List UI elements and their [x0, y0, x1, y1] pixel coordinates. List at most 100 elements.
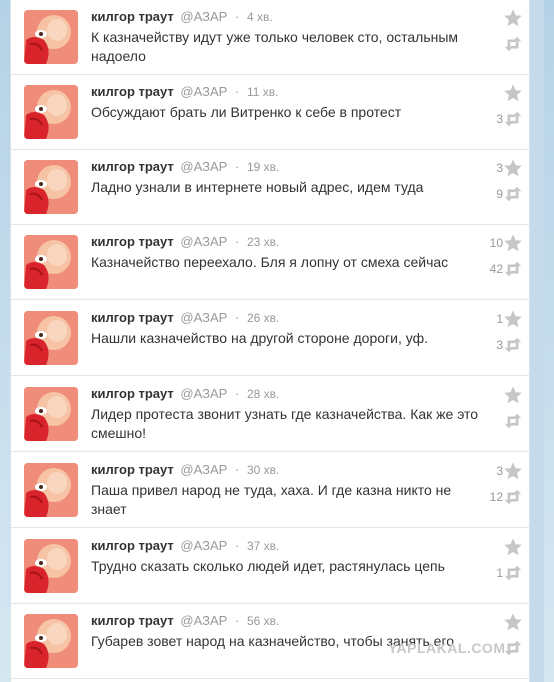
- retweet-action[interactable]: 3: [483, 109, 529, 129]
- retweet-count: 1: [496, 566, 503, 580]
- favorite-action[interactable]: 1: [483, 309, 529, 329]
- tweet-header: килгор траут @АЗАР · 37 хв.: [91, 538, 279, 553]
- retweet-action[interactable]: 12: [483, 487, 529, 507]
- author-handle[interactable]: @АЗАР: [180, 462, 227, 477]
- favorite-action[interactable]: 3: [483, 461, 529, 481]
- favorite-action[interactable]: [483, 83, 529, 103]
- author-handle[interactable]: @АЗАР: [180, 613, 227, 628]
- author-handle[interactable]: @АЗАР: [180, 234, 227, 249]
- avatar[interactable]: [24, 387, 78, 441]
- tweet-text: К казначейству идут уже только человек с…: [91, 29, 459, 64]
- tweet-header: килгор траут @АЗАР · 11 хв.: [91, 84, 278, 99]
- author-handle[interactable]: @АЗАР: [180, 84, 227, 99]
- retweet-icon[interactable]: [503, 259, 523, 279]
- retweet-action[interactable]: 42: [483, 259, 529, 279]
- avatar[interactable]: [24, 235, 78, 289]
- star-icon[interactable]: [503, 233, 523, 253]
- tweet[interactable]: килгор траут @АЗАР · 19 хв. Ладно узнали…: [11, 150, 529, 225]
- retweet-icon[interactable]: [503, 335, 523, 355]
- star-icon[interactable]: [503, 612, 523, 632]
- timestamp[interactable]: 37 хв.: [247, 539, 279, 553]
- favorite-action[interactable]: [483, 537, 529, 557]
- author-name[interactable]: килгор траут: [91, 386, 174, 401]
- tweet[interactable]: килгор траут @АЗАР · 26 хв. Нашли казнач…: [11, 301, 529, 376]
- retweet-icon[interactable]: [503, 487, 523, 507]
- author-name[interactable]: килгор траут: [91, 234, 174, 249]
- star-icon[interactable]: [503, 309, 523, 329]
- tweet[interactable]: килгор траут @АЗАР · 37 хв. Трудно сказа…: [11, 529, 529, 604]
- retweet-action[interactable]: [483, 411, 529, 431]
- retweet-action[interactable]: [483, 34, 529, 54]
- favorite-action[interactable]: 10: [483, 233, 529, 253]
- page-background-right: [544, 0, 554, 682]
- avatar[interactable]: [24, 539, 78, 593]
- star-icon[interactable]: [503, 158, 523, 178]
- timestamp[interactable]: 19 хв.: [247, 160, 279, 174]
- timestamp[interactable]: 30 хв.: [247, 463, 279, 477]
- avatar[interactable]: [24, 463, 78, 517]
- avatar-image: [24, 85, 78, 139]
- author-name[interactable]: килгор траут: [91, 538, 174, 553]
- timestamp[interactable]: 56 хв.: [247, 614, 279, 628]
- avatar-image: [24, 311, 78, 365]
- tweet-feed: килгор траут @АЗАР · 4 хв. К казначейств…: [10, 0, 530, 682]
- favorite-count: 3: [496, 464, 503, 478]
- star-icon[interactable]: [503, 8, 523, 28]
- author-handle[interactable]: @АЗАР: [180, 159, 227, 174]
- star-icon[interactable]: [503, 461, 523, 481]
- timestamp[interactable]: 4 хв.: [247, 10, 273, 24]
- tweet-text: Трудно сказать сколько людей идет, растя…: [91, 558, 445, 574]
- author-name[interactable]: килгор траут: [91, 9, 174, 24]
- author-name[interactable]: килгор траут: [91, 84, 174, 99]
- timestamp[interactable]: 28 хв.: [247, 387, 279, 401]
- retweet-count: 3: [496, 338, 503, 352]
- author-handle[interactable]: @АЗАР: [180, 386, 227, 401]
- timestamp[interactable]: 23 хв.: [247, 235, 279, 249]
- author-name[interactable]: килгор траут: [91, 462, 174, 477]
- retweet-icon[interactable]: [503, 411, 523, 431]
- retweet-action[interactable]: 9: [483, 184, 529, 204]
- author-handle[interactable]: @АЗАР: [180, 538, 227, 553]
- avatar-image: [24, 614, 78, 668]
- page-background-left: [0, 0, 10, 682]
- favorite-action[interactable]: [483, 612, 529, 632]
- retweet-action[interactable]: 1: [483, 563, 529, 583]
- avatar[interactable]: [24, 311, 78, 365]
- favorite-action[interactable]: 3: [483, 158, 529, 178]
- tweet[interactable]: килгор траут @АЗАР · 30 хв. Паша привел …: [11, 453, 529, 528]
- retweet-icon[interactable]: [503, 109, 523, 129]
- avatar[interactable]: [24, 160, 78, 214]
- retweet-icon[interactable]: [503, 34, 523, 54]
- avatar[interactable]: [24, 10, 78, 64]
- star-icon[interactable]: [503, 385, 523, 405]
- avatar-image: [24, 387, 78, 441]
- star-icon[interactable]: [503, 537, 523, 557]
- separator: ·: [234, 462, 240, 477]
- tweet-text: Ладно узнали в интернете новый адрес, ид…: [91, 179, 424, 195]
- retweet-icon[interactable]: [503, 184, 523, 204]
- favorite-action[interactable]: [483, 385, 529, 405]
- avatar-image: [24, 10, 78, 64]
- timestamp[interactable]: 26 хв.: [247, 311, 279, 325]
- avatar[interactable]: [24, 614, 78, 668]
- retweet-count: 3: [496, 112, 503, 126]
- author-name[interactable]: килгор траут: [91, 310, 174, 325]
- author-name[interactable]: килгор траут: [91, 613, 174, 628]
- timestamp[interactable]: 11 хв.: [247, 85, 279, 99]
- tweet[interactable]: килгор траут @АЗАР · 23 хв. Казначейство…: [11, 225, 529, 300]
- retweet-icon[interactable]: [503, 563, 523, 583]
- author-name[interactable]: килгор траут: [91, 159, 174, 174]
- retweet-icon[interactable]: [503, 638, 523, 658]
- avatar-image: [24, 235, 78, 289]
- favorite-action[interactable]: [483, 8, 529, 28]
- retweet-action[interactable]: 3: [483, 335, 529, 355]
- star-icon[interactable]: [503, 83, 523, 103]
- tweet[interactable]: килгор траут @АЗАР · 11 хв. Обсуждают бр…: [11, 75, 529, 150]
- author-handle[interactable]: @АЗАР: [180, 310, 227, 325]
- tweet[interactable]: килгор траут @АЗАР · 4 хв. К казначейств…: [11, 0, 529, 75]
- author-handle[interactable]: @АЗАР: [180, 9, 227, 24]
- separator: ·: [234, 538, 240, 553]
- tweet[interactable]: килгор траут @АЗАР · 28 хв. Лидер протес…: [11, 377, 529, 452]
- avatar[interactable]: [24, 85, 78, 139]
- avatar-image: [24, 160, 78, 214]
